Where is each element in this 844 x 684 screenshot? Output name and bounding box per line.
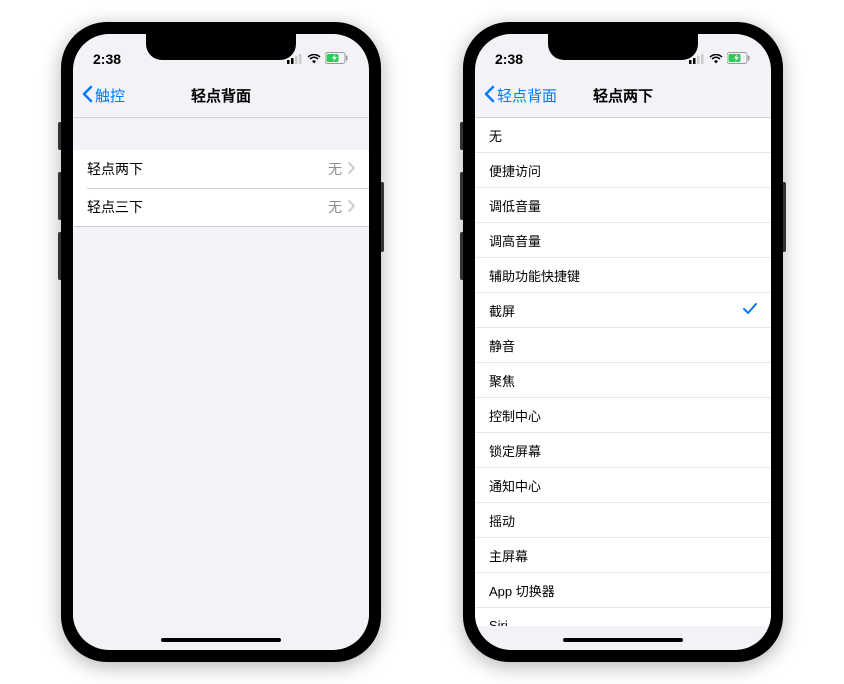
- status-icons: [287, 51, 349, 67]
- option-label: App 切换器: [489, 581, 555, 600]
- status-time: 2:38: [495, 51, 545, 67]
- option-row[interactable]: 聚焦: [475, 363, 771, 398]
- screen-left: 2:38 触控 轻点背面: [73, 34, 369, 650]
- battery-icon: [727, 51, 751, 67]
- silent-switch: [460, 122, 463, 150]
- row-double-tap[interactable]: 轻点两下 无: [73, 150, 369, 188]
- row-value: 无: [328, 159, 342, 179]
- option-label: 主屏幕: [489, 546, 528, 565]
- option-label: 锁定屏幕: [489, 441, 541, 460]
- option-label: 辅助功能快捷键: [489, 266, 580, 285]
- volume-up-button: [58, 172, 61, 220]
- option-row[interactable]: 静音: [475, 328, 771, 363]
- nav-back-label: 轻点背面: [497, 85, 557, 106]
- row-label: 轻点两下: [87, 159, 143, 179]
- nav-back-label: 触控: [95, 85, 125, 106]
- option-row[interactable]: 锁定屏幕: [475, 433, 771, 468]
- option-label: 静音: [489, 336, 515, 355]
- wifi-icon: [307, 51, 321, 67]
- silent-switch: [58, 122, 61, 150]
- phone-frame-right: 2:38 轻点背面 轻点两下 无: [463, 22, 783, 662]
- nav-bar: 轻点背面 轻点两下: [475, 74, 771, 118]
- row-value: 无: [328, 197, 342, 217]
- option-row[interactable]: 截屏: [475, 293, 771, 328]
- battery-icon: [325, 51, 349, 67]
- status-icons: [689, 51, 751, 67]
- nav-back-button[interactable]: 触控: [81, 85, 125, 107]
- option-row[interactable]: 调低音量: [475, 188, 771, 223]
- option-row[interactable]: 调高音量: [475, 223, 771, 258]
- content-area: 轻点两下 无 轻点三下 无: [73, 118, 369, 626]
- nav-back-button[interactable]: 轻点背面: [483, 85, 557, 107]
- option-label: 截屏: [489, 301, 515, 320]
- nav-bar: 触控 轻点背面: [73, 74, 369, 118]
- option-row[interactable]: 通知中心: [475, 468, 771, 503]
- notch: [146, 34, 296, 60]
- group-spacer: [73, 118, 369, 150]
- content-area: 无便捷访问调低音量调高音量辅助功能快捷键截屏静音聚焦控制中心锁定屏幕通知中心摇动…: [475, 118, 771, 626]
- option-label: 聚焦: [489, 371, 515, 390]
- nav-title: 轻点两下: [593, 85, 653, 106]
- status-time: 2:38: [93, 51, 143, 67]
- notch: [548, 34, 698, 60]
- option-row[interactable]: 摇动: [475, 503, 771, 538]
- option-label: 调低音量: [489, 196, 541, 215]
- settings-list: 轻点两下 无 轻点三下 无: [73, 150, 369, 226]
- home-indicator[interactable]: [563, 638, 683, 642]
- option-label: 无: [489, 126, 502, 145]
- chevron-left-icon: [483, 85, 495, 107]
- wifi-icon: [709, 51, 723, 67]
- row-value-container: 无: [328, 197, 355, 217]
- chevron-right-icon: [348, 199, 355, 215]
- power-button: [783, 182, 786, 252]
- option-label: 调高音量: [489, 231, 541, 250]
- volume-up-button: [460, 172, 463, 220]
- chevron-right-icon: [348, 161, 355, 177]
- option-label: 通知中心: [489, 476, 541, 495]
- option-row[interactable]: 主屏幕: [475, 538, 771, 573]
- option-row[interactable]: 辅助功能快捷键: [475, 258, 771, 293]
- volume-down-button: [460, 232, 463, 280]
- power-button: [381, 182, 384, 252]
- row-label: 轻点三下: [87, 197, 143, 217]
- phone-frame-left: 2:38 触控 轻点背面: [61, 22, 381, 662]
- option-row[interactable]: 控制中心: [475, 398, 771, 433]
- option-row[interactable]: 无: [475, 118, 771, 153]
- option-label: Siri: [489, 618, 508, 627]
- home-indicator[interactable]: [161, 638, 281, 642]
- option-row[interactable]: App 切换器: [475, 573, 771, 608]
- volume-down-button: [58, 232, 61, 280]
- row-value-container: 无: [328, 159, 355, 179]
- nav-title: 轻点背面: [191, 85, 251, 106]
- option-label: 控制中心: [489, 406, 541, 425]
- option-row[interactable]: Siri: [475, 608, 771, 626]
- checkmark-icon: [743, 303, 757, 318]
- option-label: 便捷访问: [489, 161, 541, 180]
- option-label: 摇动: [489, 511, 515, 530]
- chevron-left-icon: [81, 85, 93, 107]
- screen-right: 2:38 轻点背面 轻点两下 无: [475, 34, 771, 650]
- option-row[interactable]: 便捷访问: [475, 153, 771, 188]
- options-list[interactable]: 无便捷访问调低音量调高音量辅助功能快捷键截屏静音聚焦控制中心锁定屏幕通知中心摇动…: [475, 118, 771, 626]
- row-triple-tap[interactable]: 轻点三下 无: [73, 188, 369, 226]
